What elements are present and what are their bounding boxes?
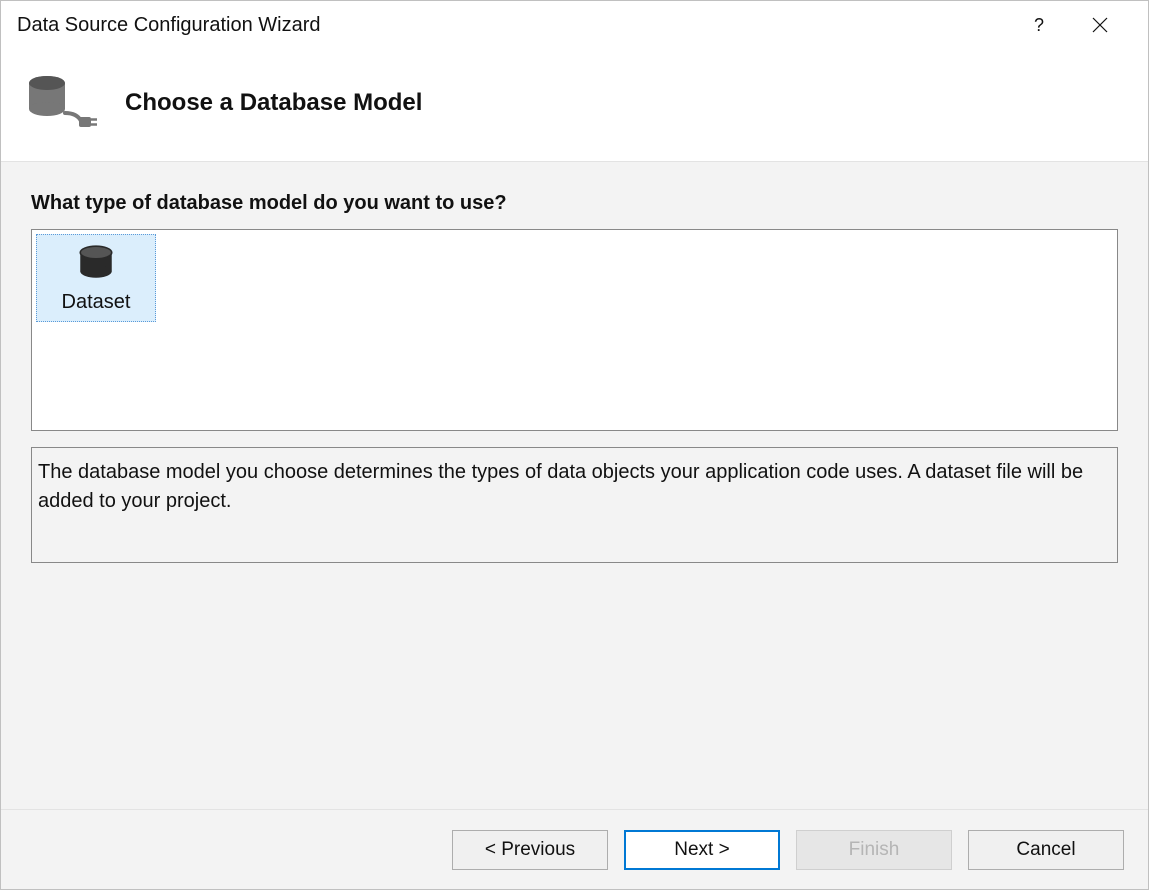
wizard-footer: < Previous Next > Finish Cancel bbox=[1, 809, 1148, 889]
previous-button[interactable]: < Previous bbox=[452, 830, 608, 870]
model-list[interactable]: Dataset bbox=[31, 229, 1118, 431]
wizard-body: What type of database model do you want … bbox=[1, 161, 1148, 809]
database-icon bbox=[75, 242, 117, 289]
finish-button: Finish bbox=[796, 830, 952, 870]
titlebar-buttons: ? bbox=[1034, 15, 1132, 36]
window-title: Data Source Configuration Wizard bbox=[17, 14, 1034, 37]
page-title: Choose a Database Model bbox=[125, 89, 422, 117]
help-icon[interactable]: ? bbox=[1034, 15, 1044, 36]
wizard-window: Data Source Configuration Wizard ? Choos… bbox=[0, 0, 1149, 890]
wizard-header: Choose a Database Model bbox=[1, 49, 1148, 161]
next-button[interactable]: Next > bbox=[624, 830, 780, 870]
database-plug-icon bbox=[25, 73, 97, 133]
titlebar: Data Source Configuration Wizard ? bbox=[1, 1, 1148, 49]
description-text: The database model you choose determines… bbox=[38, 458, 1111, 516]
cancel-button[interactable]: Cancel bbox=[968, 830, 1124, 870]
question-label: What type of database model do you want … bbox=[31, 192, 1118, 215]
close-icon[interactable] bbox=[1092, 17, 1108, 33]
model-item-label: Dataset bbox=[62, 291, 131, 314]
description-box: The database model you choose determines… bbox=[31, 447, 1118, 563]
model-item-dataset[interactable]: Dataset bbox=[36, 234, 156, 322]
